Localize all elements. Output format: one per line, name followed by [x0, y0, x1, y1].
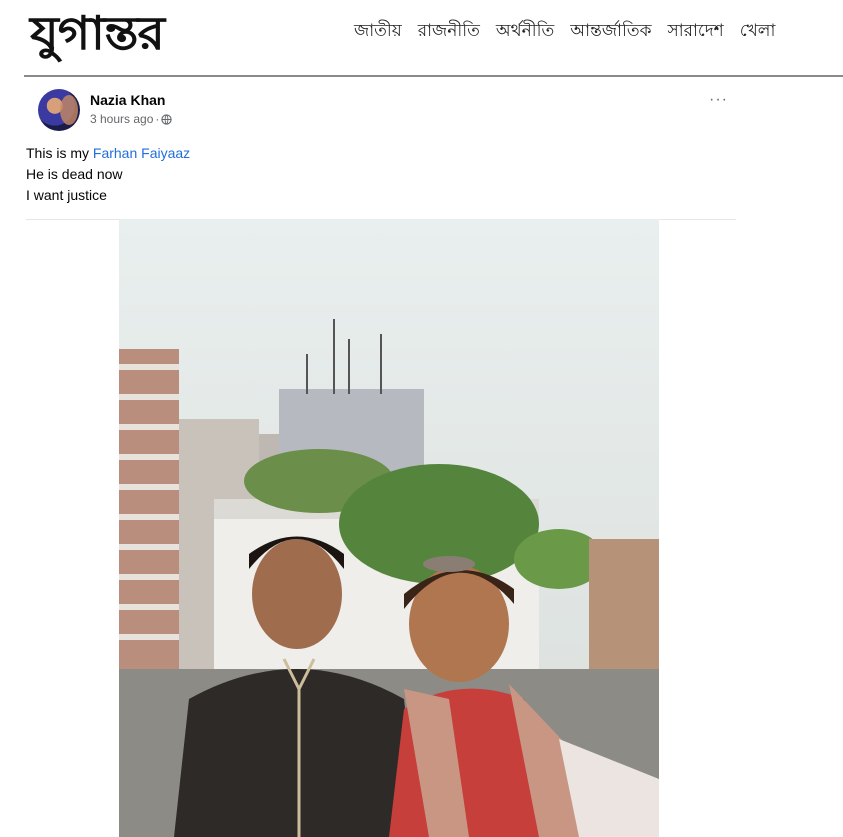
- site-logo[interactable]: যুগান্তর: [30, 0, 165, 76]
- photo-illustration: [119, 219, 659, 837]
- header-divider: [24, 75, 843, 77]
- more-options-button[interactable]: ···: [709, 92, 728, 108]
- facebook-post-screenshot: Nazia Khan 3 hours ago · ··· This is my …: [26, 81, 736, 220]
- nav-item-politics[interactable]: রাজনীতি: [418, 18, 480, 46]
- nav-item-international[interactable]: আন্তর্জাতিক: [570, 18, 651, 46]
- meta-separator: ·: [155, 112, 160, 126]
- post-meta: 3 hours ago ·: [90, 112, 173, 126]
- nav-item-country[interactable]: সারাদেশ: [667, 18, 723, 46]
- main-nav: জাতীয় রাজনীতি অর্থনীতি আন্তর্জাতিক সারা…: [354, 18, 791, 46]
- post-time[interactable]: 3 hours ago: [90, 112, 153, 126]
- post-author[interactable]: Nazia Khan: [90, 92, 165, 108]
- post-line-1: This is my Farhan Faiyaaz: [26, 143, 190, 164]
- nav-item-sports[interactable]: খেলা: [740, 18, 776, 46]
- post-text: This is my Farhan Faiyaaz He is dead now…: [26, 143, 190, 206]
- post-line-3: I want justice: [26, 187, 107, 203]
- avatar[interactable]: [38, 89, 80, 131]
- post-line-2: He is dead now: [26, 166, 123, 182]
- post-line-1-prefix: This is my: [26, 145, 93, 161]
- site-header: যুগান্তর জাতীয় রাজনীতি অর্থনীতি আন্তর্জ…: [0, 0, 843, 76]
- nav-item-economy[interactable]: অর্থনীতি: [496, 18, 554, 46]
- globe-icon: [161, 113, 173, 125]
- post-photo[interactable]: [119, 219, 659, 837]
- mention-link[interactable]: Farhan Faiyaaz: [93, 145, 190, 161]
- nav-item-national[interactable]: জাতীয়: [354, 18, 402, 46]
